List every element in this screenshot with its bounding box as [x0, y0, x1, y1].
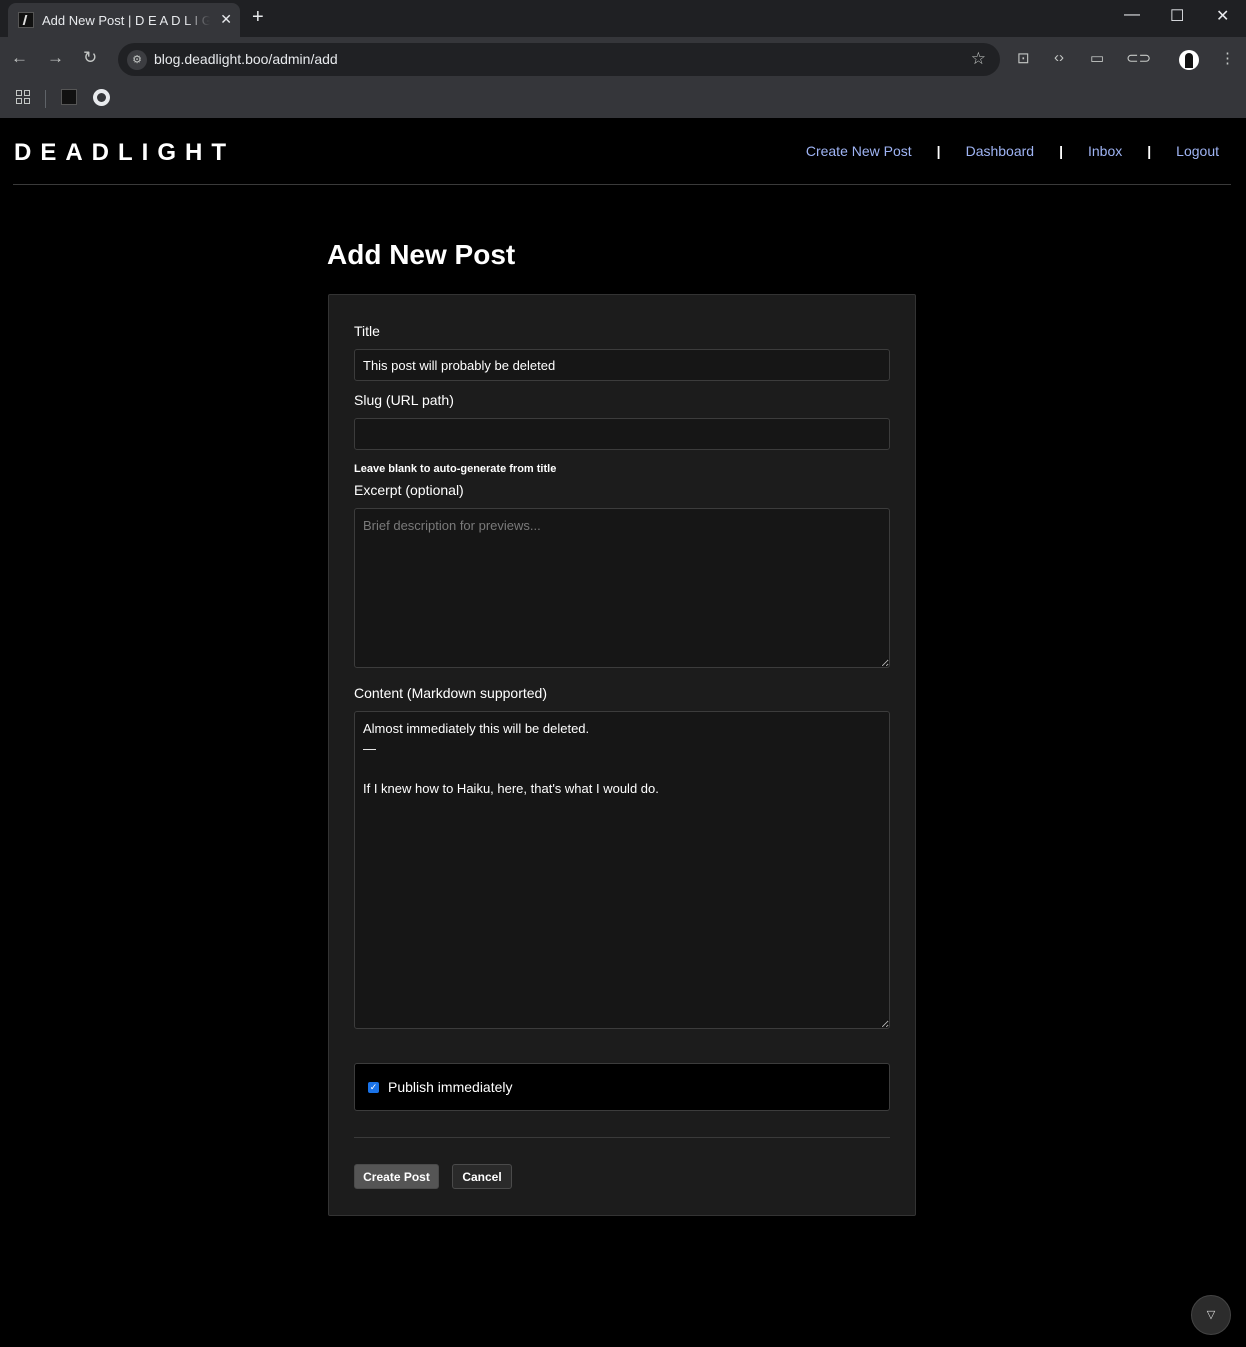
nav-separator: |: [1059, 143, 1063, 159]
nav-create-new-post[interactable]: Create New Post: [806, 143, 912, 159]
nav-separator: |: [1147, 143, 1152, 159]
form-divider: [354, 1137, 890, 1138]
title-input[interactable]: [354, 349, 890, 381]
slug-label: Slug (URL path): [354, 392, 454, 408]
browser-toolbar: ← → ↻ ⚙ blog.deadlight.boo/admin/add ☆ ⊡…: [0, 37, 1246, 82]
code-icon[interactable]: ‹›: [1054, 49, 1064, 66]
deadlight-favicon-icon: [18, 12, 34, 28]
nav-logout[interactable]: Logout: [1176, 143, 1219, 159]
site-nav: Create New Post | Dashboard | Inbox | Lo…: [806, 143, 1219, 159]
apps-icon[interactable]: [16, 90, 30, 104]
devices-icon[interactable]: ▭: [1090, 49, 1104, 67]
new-tab-icon[interactable]: +: [252, 6, 264, 29]
site-logo[interactable]: DEADLIGHT: [14, 139, 235, 167]
link-icon[interactable]: ⊂⊃: [1126, 49, 1151, 67]
profile-icon[interactable]: [1179, 50, 1199, 70]
more-icon[interactable]: ⋮: [1220, 49, 1235, 67]
tab-title: Add New Post | D E A D L I G H T: [42, 12, 210, 28]
add-post-form: Title Slug (URL path) Leave blank to aut…: [328, 294, 916, 1216]
excerpt-label: Excerpt (optional): [354, 482, 464, 498]
page-title: Add New Post: [327, 239, 516, 270]
deadlight-bookmark-icon[interactable]: [61, 89, 77, 105]
github-icon[interactable]: [93, 89, 110, 106]
cancel-button[interactable]: Cancel: [452, 1164, 512, 1189]
page: DEADLIGHT Create New Post | Dashboard | …: [0, 118, 1246, 1347]
nav-dashboard[interactable]: Dashboard: [966, 143, 1035, 159]
content-textarea[interactable]: Almost immediately this will be deleted.…: [354, 711, 890, 1029]
browser-tab[interactable]: Add New Post | D E A D L I G H T ✕: [8, 3, 240, 37]
address-bar[interactable]: ⚙ blog.deadlight.boo/admin/add ☆: [118, 43, 1000, 76]
search-tab-icon[interactable]: ⊡: [1017, 49, 1030, 67]
create-post-button[interactable]: Create Post: [354, 1164, 439, 1189]
bookmark-star-icon[interactable]: ☆: [971, 49, 986, 69]
nav-separator: |: [936, 143, 941, 159]
scroll-down-icon[interactable]: ▽: [1191, 1295, 1231, 1335]
slug-input[interactable]: [354, 418, 890, 450]
bookmarks-divider: [45, 90, 46, 108]
maximize-icon[interactable]: ☐: [1170, 6, 1184, 26]
tab-close-icon[interactable]: ✕: [220, 11, 232, 28]
bookmarks-bar: [0, 82, 1246, 118]
forward-icon[interactable]: →: [47, 48, 64, 68]
title-label: Title: [354, 323, 380, 339]
close-window-icon[interactable]: ✕: [1216, 6, 1229, 26]
site-info-icon[interactable]: ⚙: [127, 50, 147, 70]
excerpt-textarea[interactable]: [354, 508, 890, 668]
site-header: DEADLIGHT Create New Post | Dashboard | …: [13, 118, 1231, 185]
nav-inbox[interactable]: Inbox: [1088, 143, 1122, 159]
reload-icon[interactable]: ↻: [83, 48, 97, 68]
slug-hint: Leave blank to auto-generate from title: [354, 463, 557, 475]
publish-checkbox[interactable]: ✓: [368, 1082, 379, 1093]
minimize-icon[interactable]: —: [1124, 6, 1140, 24]
publish-label[interactable]: Publish immediately: [388, 1079, 513, 1095]
content-label: Content (Markdown supported): [354, 685, 547, 701]
back-icon[interactable]: ←: [11, 48, 28, 68]
browser-tab-strip: Add New Post | D E A D L I G H T ✕ + — ☐…: [0, 0, 1246, 37]
url-text[interactable]: blog.deadlight.boo/admin/add: [154, 51, 338, 67]
publish-option: ✓ Publish immediately: [354, 1063, 890, 1111]
